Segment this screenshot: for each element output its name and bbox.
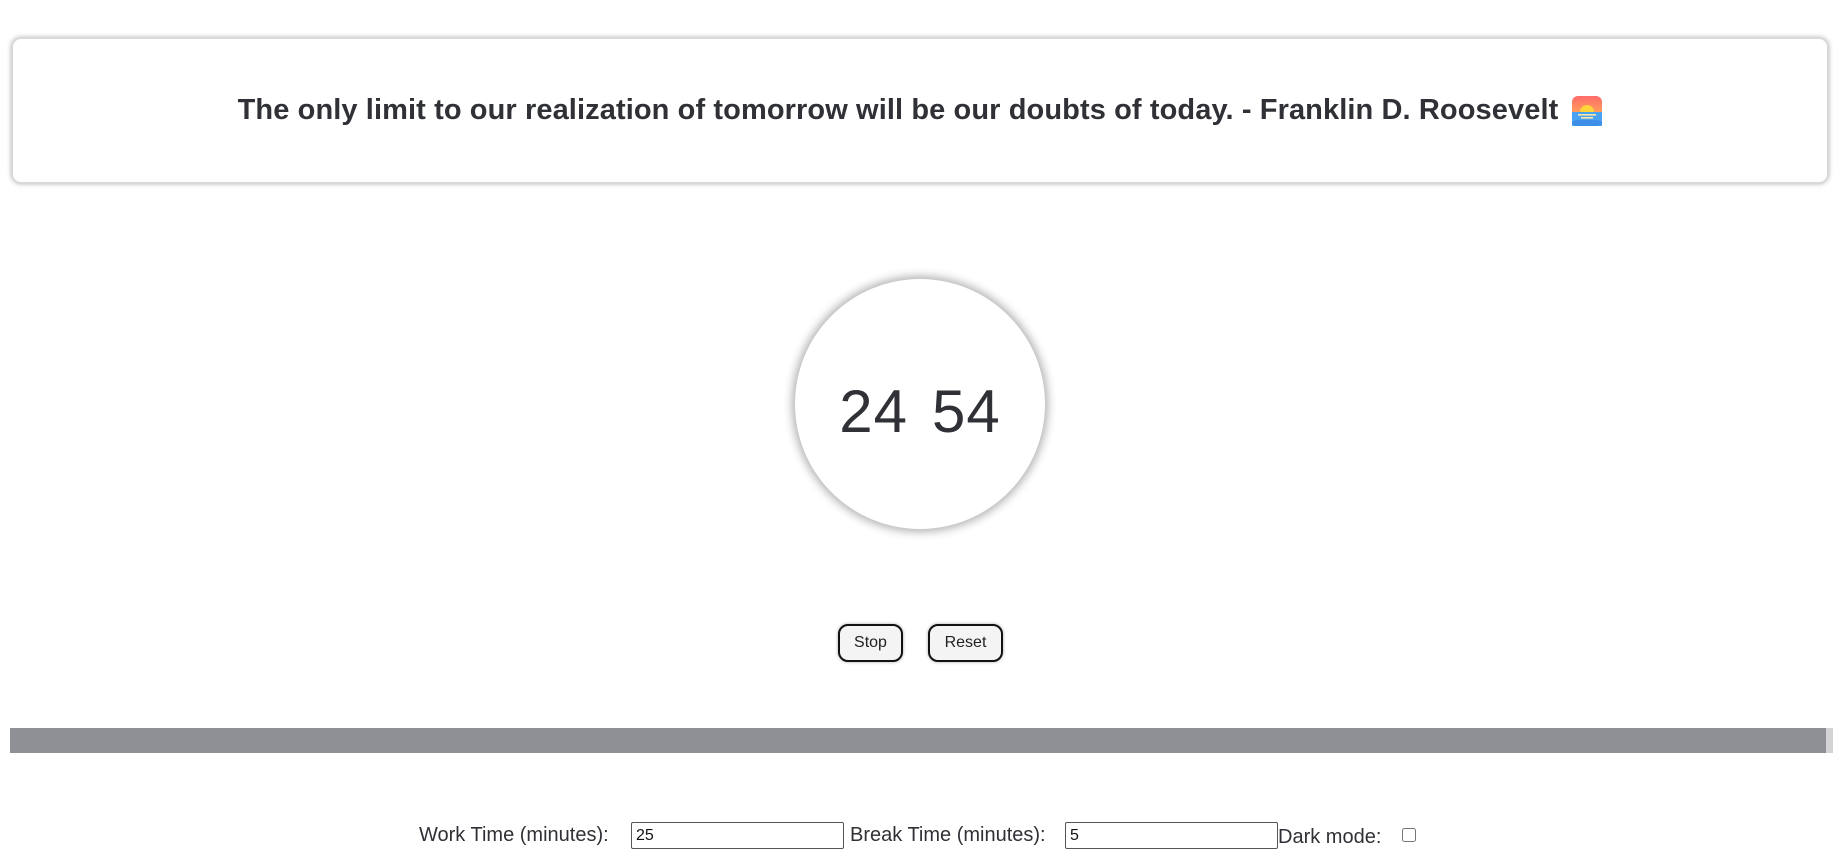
- quote-text: The only limit to our realization of tom…: [237, 94, 1559, 126]
- break-time-label: Break Time (minutes):: [850, 824, 1046, 846]
- work-time-input[interactable]: [631, 822, 844, 849]
- progress-bar: [10, 728, 1833, 753]
- settings-bar: Work Time (minutes): Break Time (minutes…: [0, 820, 1836, 850]
- quote-card: The only limit to our realization of tom…: [11, 37, 1829, 184]
- progress-fill: [10, 728, 1826, 753]
- sunrise-icon: [1572, 95, 1603, 126]
- dark-mode-label: Dark mode:: [1278, 826, 1382, 848]
- timer-text: 24 54: [839, 377, 1001, 446]
- stop-button[interactable]: Stop: [838, 624, 903, 662]
- timer-seconds: 54: [932, 377, 1001, 445]
- dark-mode-checkbox[interactable]: [1402, 828, 1416, 842]
- timer-display: 24 54: [795, 279, 1045, 529]
- work-time-label: Work Time (minutes):: [419, 824, 609, 846]
- break-time-input[interactable]: [1065, 822, 1278, 849]
- reset-button[interactable]: Reset: [928, 624, 1003, 662]
- timer-minutes: 24: [839, 377, 908, 445]
